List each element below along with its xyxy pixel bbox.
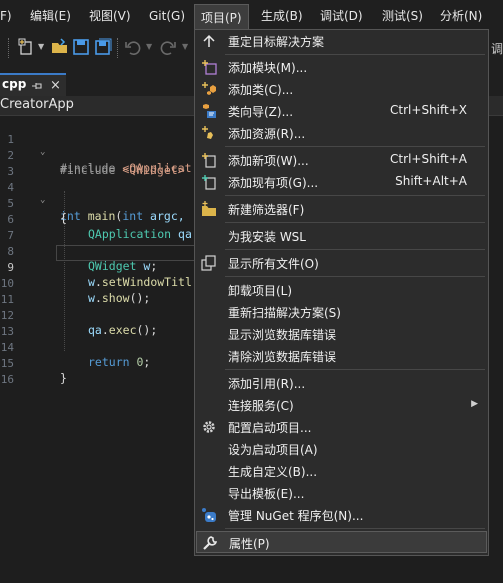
project-dropdown[interactable]: CreatorApp (0, 97, 74, 112)
save-icon[interactable] (72, 38, 90, 56)
new-project-icon[interactable] (17, 38, 35, 56)
menu-item-label: 添加现有项(G)... (228, 176, 319, 190)
chevron-down-icon[interactable]: ▼ (182, 42, 188, 51)
menu-item-label: 生成自定义(B)... (228, 465, 318, 479)
menu-item-label: 属性(P) (229, 537, 270, 551)
menu-item-label: 新建筛选器(F) (228, 203, 305, 217)
gear-icon (203, 421, 215, 433)
add-new-item-icon (202, 153, 216, 168)
menu-item-add-existing-item[interactable]: 添加现有项(G)... Shift+Alt+A (196, 171, 487, 193)
menu-item-clear-browse-db-errors[interactable]: 清除浏览数据库错误 (196, 345, 487, 367)
menu-item-configure-startup[interactable]: 配置启动项目... (196, 416, 487, 438)
menu-edit[interactable]: 编辑(E) (30, 0, 71, 30)
menu-item-label: 显示浏览数据库错误 (228, 328, 337, 342)
menu-git[interactable]: Git(G) (149, 0, 185, 30)
menu-item-label: 连接服务(C) (228, 399, 294, 413)
menu-item-label: 卸载项目(L) (228, 284, 293, 298)
menu-item-show-browse-db-errors[interactable]: 显示浏览数据库错误 (196, 323, 487, 345)
menu-item-manage-nuget[interactable]: 管理 NuGet 程序包(N)... (196, 504, 487, 526)
submenu-arrow-icon: ▶ (471, 399, 478, 409)
menu-item-add-reference[interactable]: 添加引用(R)... (196, 372, 487, 394)
class-wizard-icon (203, 104, 216, 118)
menu-item-add-class[interactable]: 添加类(C)... (196, 78, 487, 100)
menu-item-rescan-solution[interactable]: 重新扫描解决方案(S) (196, 301, 487, 323)
menu-item-label: 清除浏览数据库错误 (228, 350, 337, 364)
menu-item-label: 添加引用(R)... (228, 377, 306, 391)
menu-build[interactable]: 生成(B) (261, 0, 303, 30)
menu-debug[interactable]: 调试(D) (320, 0, 363, 30)
add-resource-icon (202, 126, 213, 139)
toolbar-separator (117, 38, 119, 58)
menu-item-label: 添加新项(W)... (228, 154, 309, 168)
retarget-arrow-icon (203, 34, 215, 47)
menu-separator (225, 222, 485, 223)
menu-item-add-resource[interactable]: 添加资源(R)... (196, 122, 487, 144)
menu-file[interactable]: F) (0, 0, 12, 30)
menu-separator (225, 276, 485, 277)
menu-item-new-filter[interactable]: 新建筛选器(F) (196, 198, 487, 220)
menu-item-label: 重定目标解决方案 (228, 35, 325, 49)
menu-item-label: 显示所有文件(O) (228, 257, 319, 271)
menu-project[interactable]: 项目(P) (194, 4, 249, 30)
wrench-icon (203, 536, 218, 550)
menu-item-label: 配置启动项目... (228, 421, 312, 435)
show-all-files-icon (201, 255, 216, 271)
line-number: 16 (0, 373, 14, 386)
menu-analyze[interactable]: 分析(N) (440, 0, 482, 30)
menu-item-label: 添加类(C)... (228, 83, 294, 97)
menu-separator (225, 369, 485, 370)
menu-separator (225, 528, 485, 529)
menu-bar: F) 编辑(E) 视图(V) Git(G) 项目(P) 生成(B) 调试(D) … (0, 0, 503, 30)
menu-separator (225, 146, 485, 147)
menu-item-add-module[interactable]: 添加模块(M)... (196, 56, 487, 78)
nuget-icon (202, 508, 216, 522)
menu-item-export-template[interactable]: 导出模板(E)... (196, 482, 487, 504)
menu-item-add-new-item[interactable]: 添加新项(W)... Ctrl+Shift+A (196, 149, 487, 171)
menu-item-label: 添加资源(R)... (228, 127, 306, 141)
document-tab[interactable]: cpp × (0, 73, 66, 96)
menu-item-label: 设为启动项目(A) (228, 443, 318, 457)
menu-item-unload-project[interactable]: 卸载项目(L) (196, 279, 487, 301)
menu-item-label: 为我安装 WSL (228, 230, 306, 244)
menu-item-label: 导出模板(E)... (228, 487, 305, 501)
menu-item-shortcut: Shift+Alt+A (395, 174, 467, 188)
menu-item-label: 管理 NuGet 程序包(N)... (228, 509, 364, 523)
pin-icon[interactable] (31, 80, 43, 92)
add-module-icon (202, 60, 217, 75)
chevron-down-icon[interactable]: ▼ (146, 42, 152, 51)
menu-item-set-startup[interactable]: 设为启动项目(A) (196, 438, 487, 460)
add-existing-item-icon (202, 175, 216, 190)
menu-test[interactable]: 测试(S) (382, 0, 423, 30)
toolbar-grip (8, 38, 10, 58)
undo-icon[interactable] (124, 38, 142, 56)
menu-separator (225, 195, 485, 196)
save-all-icon[interactable] (94, 38, 112, 56)
open-folder-icon[interactable] (51, 38, 69, 56)
new-filter-icon (202, 201, 216, 216)
ide-window: F) 编辑(E) 视图(V) Git(G) 项目(P) 生成(B) 调试(D) … (0, 0, 503, 583)
toolbar-overflow-text[interactable]: 调 (491, 40, 503, 57)
tab-label: cpp (2, 77, 27, 91)
menu-item-install-wsl[interactable]: 为我安装 WSL (196, 225, 487, 247)
menu-item-label: 重新扫描解决方案(S) (228, 306, 341, 320)
chevron-down-icon[interactable]: ▼ (38, 42, 44, 51)
menu-separator (225, 54, 485, 55)
menu-item-class-wizard[interactable]: 类向导(Z)... Ctrl+Shift+X (196, 100, 487, 122)
add-class-icon (202, 82, 216, 95)
menu-item-properties[interactable]: 属性(P) (196, 531, 487, 553)
menu-item-build-customizations[interactable]: 生成自定义(B)... (196, 460, 487, 482)
close-icon[interactable]: × (50, 78, 61, 93)
menu-item-label: 类向导(Z)... (228, 105, 294, 119)
menu-item-connected-services[interactable]: 连接服务(C) ▶ (196, 394, 487, 416)
menu-item-shortcut: Ctrl+Shift+X (390, 103, 467, 117)
menu-item-label: 添加模块(M)... (228, 61, 308, 75)
project-menu-dropdown: 重定目标解决方案 添加模块(M)... 添加类(C)... 类向导(Z)... … (194, 29, 489, 556)
menu-item-show-all-files[interactable]: 显示所有文件(O) (196, 252, 487, 274)
menu-separator (225, 249, 485, 250)
menu-item-retarget-solution[interactable]: 重定目标解决方案 (196, 30, 487, 52)
menu-item-shortcut: Ctrl+Shift+A (390, 152, 467, 166)
redo-icon[interactable] (159, 38, 177, 56)
menu-view[interactable]: 视图(V) (89, 0, 131, 30)
